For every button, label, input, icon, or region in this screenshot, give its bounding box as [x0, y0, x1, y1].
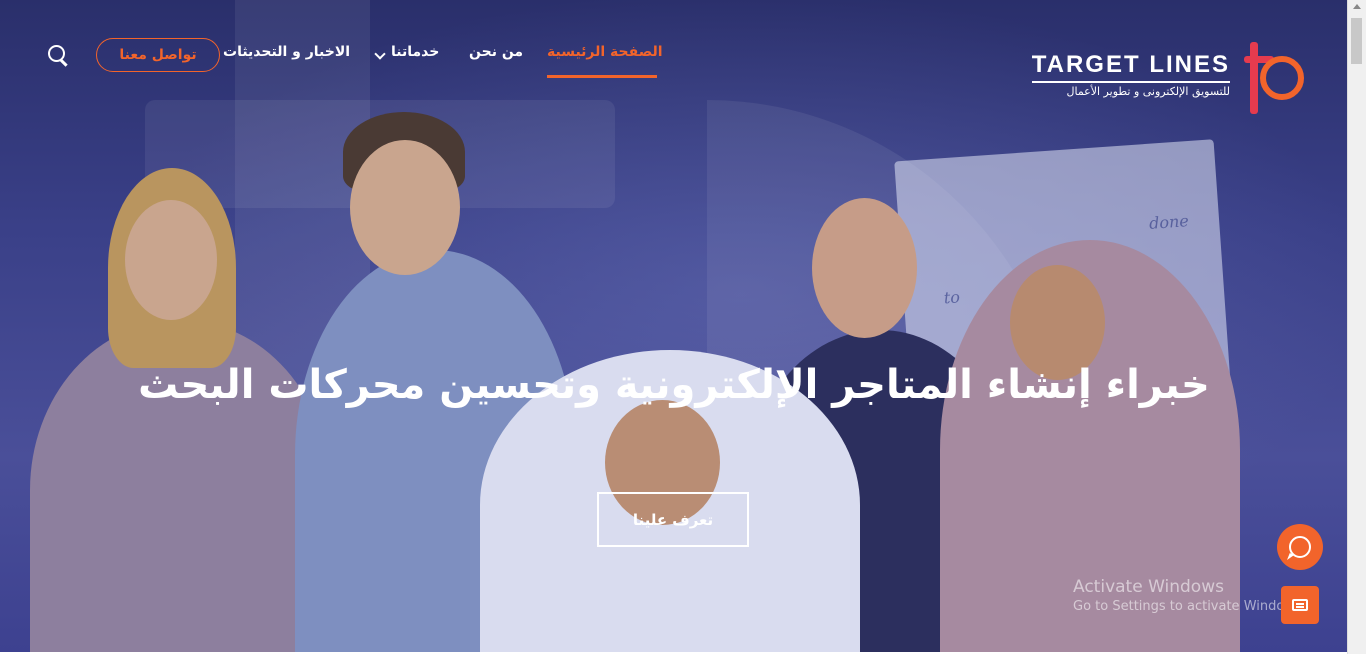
- hero-headline: خبراء إنشاء المتاجر الإلكترونية وتحسين م…: [138, 362, 1210, 408]
- logo-mark-icon: [1244, 38, 1310, 114]
- scrollbar[interactable]: [1347, 0, 1366, 654]
- site-logo[interactable]: TARGET LINES للتسويق الإلكترونى و تطوير …: [1031, 38, 1310, 114]
- learn-about-us-button[interactable]: تعرف علينا: [597, 492, 749, 547]
- chat-icon[interactable]: [1281, 586, 1319, 624]
- watermark-subtitle: Go to Settings to activate Windows.: [1073, 599, 1306, 614]
- scrollbar-thumb[interactable]: [1351, 18, 1362, 64]
- person-image: [125, 200, 217, 320]
- chevron-down-icon[interactable]: [374, 48, 386, 60]
- logo-subtitle: للتسويق الإلكترونى و تطوير الأعمال: [1066, 84, 1230, 98]
- scroll-up-icon[interactable]: [1353, 4, 1361, 9]
- person-image: [350, 140, 460, 275]
- hero-section: done to Pa TARGET LINES للتسويق الإلكترو…: [0, 0, 1348, 652]
- nav-item-news[interactable]: الاخبار و التحديثات: [223, 44, 350, 60]
- nav-item-services[interactable]: خدماتنا: [391, 44, 439, 60]
- nav-left: تواصل معنا: [46, 38, 220, 72]
- board-word: to: [943, 287, 961, 308]
- search-icon[interactable]: [46, 43, 70, 67]
- nav-item-home[interactable]: الصفحة الرئيسية: [547, 44, 663, 60]
- person-image: [812, 198, 917, 338]
- logo-title: TARGET LINES: [1031, 51, 1230, 83]
- board-word: done: [1148, 211, 1190, 233]
- windows-activation-watermark: Activate Windows Go to Settings to activ…: [1073, 577, 1306, 614]
- active-nav-underline: [547, 75, 657, 78]
- contact-button[interactable]: تواصل معنا: [96, 38, 220, 72]
- watermark-title: Activate Windows: [1073, 577, 1224, 597]
- nav-item-about[interactable]: من نحن: [469, 44, 523, 60]
- whatsapp-icon[interactable]: [1277, 524, 1323, 570]
